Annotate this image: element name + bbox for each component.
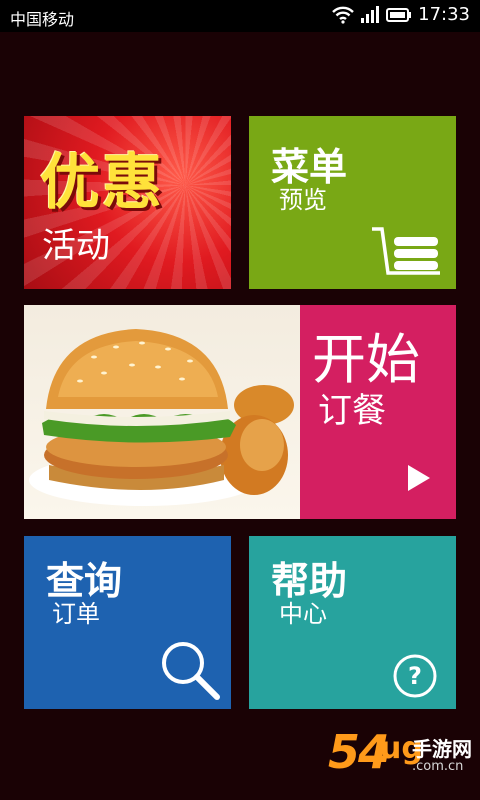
watermark-domain: .com.cn <box>412 759 464 774</box>
help-subtitle: 中心 <box>279 600 327 628</box>
site-watermark: 54 ug 手游网 .com.cn <box>328 725 478 795</box>
carrier-name: 中国移动 <box>10 10 75 29</box>
shopping-cart-icon <box>372 227 440 275</box>
status-bar: 中国移动 17:33 <box>0 0 480 32</box>
help-center-tile[interactable]: 帮助 中心 ? <box>249 536 456 709</box>
status-icons: 17:33 <box>332 4 470 25</box>
battery-icon <box>386 7 412 22</box>
promotions-title: 优惠 <box>40 148 164 218</box>
query-subtitle: 订单 <box>52 600 100 628</box>
start-order-tile[interactable]: 开始 订餐 <box>24 305 456 519</box>
play-arrow-icon <box>408 465 430 491</box>
magnifier-icon <box>162 642 220 700</box>
wifi-icon <box>332 6 354 24</box>
menu-subtitle: 预览 <box>279 186 327 214</box>
watermark-number: 54 <box>328 725 390 779</box>
menu-preview-tile[interactable]: 菜单 预览 <box>249 116 456 289</box>
promotions-subtitle: 活动 <box>42 226 110 266</box>
clock: 17:33 <box>418 4 470 25</box>
start-order-subtitle: 订餐 <box>318 391 386 431</box>
signal-icon <box>361 5 380 23</box>
app-screen: 优惠 活动 菜单 预览 开始 订餐 查询 订单 帮助 中心 ? <box>0 32 480 800</box>
watermark-text: 手游网 <box>412 737 472 761</box>
burger-photo <box>24 305 300 519</box>
svg-text:?: ? <box>408 662 422 690</box>
promotions-tile[interactable]: 优惠 活动 <box>24 116 231 289</box>
question-circle-icon: ? <box>393 654 437 698</box>
query-order-tile[interactable]: 查询 订单 <box>24 536 231 709</box>
start-order-panel: 开始 订餐 <box>300 305 456 519</box>
